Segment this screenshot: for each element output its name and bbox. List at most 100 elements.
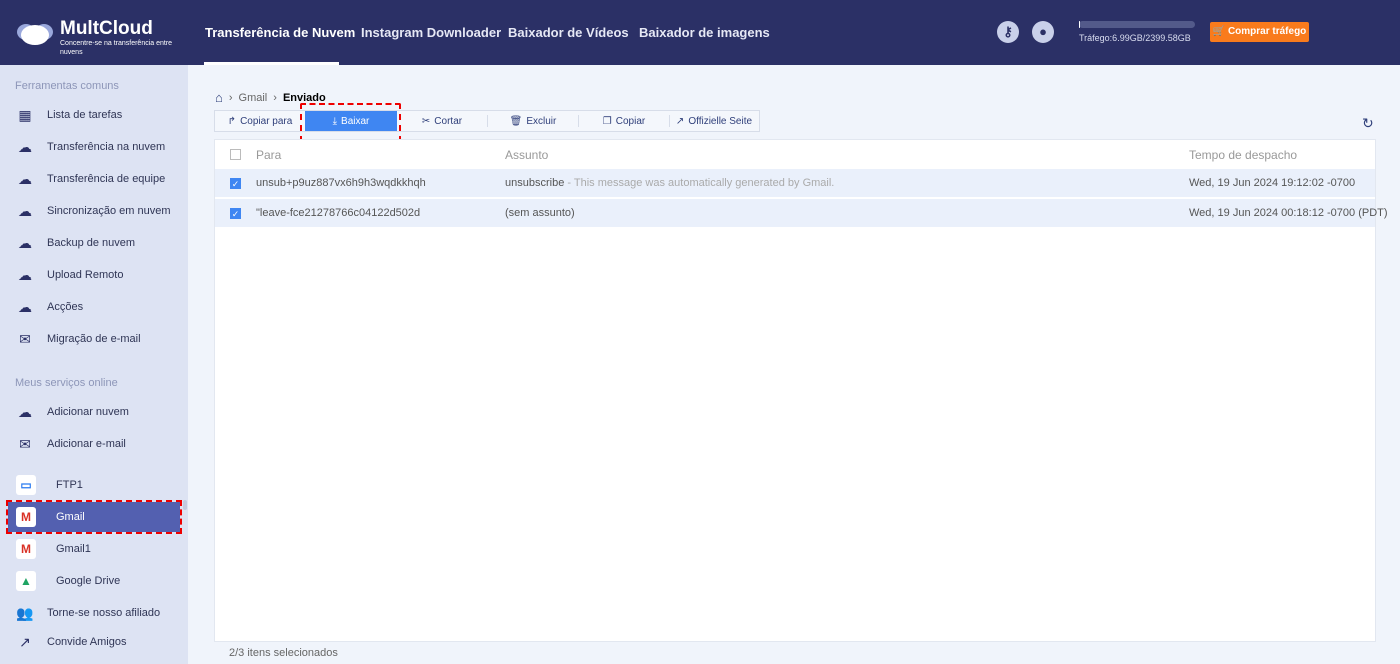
scissors-icon: ✂ xyxy=(421,115,431,127)
official-site-button[interactable]: ↗ Offizielle Seite xyxy=(670,111,758,131)
column-subject[interactable]: Assunto xyxy=(505,148,548,162)
row-to: unsub+p9uz887vx6h9h3wqdkkhqh xyxy=(256,177,426,189)
sidebar-item-label: Adicionar e-mail xyxy=(47,438,126,450)
sidebar-item-email-migration[interactable]: ✉ Migração de e-mail xyxy=(8,324,180,354)
sidebar-item-invite-friends[interactable]: ↗ Convide Amigos xyxy=(8,627,180,657)
sidebar-item-add-email[interactable]: ✉ Adicionar e-mail xyxy=(8,429,180,459)
sidebar-item-gmail[interactable]: M Gmail xyxy=(6,500,182,534)
breadcrumb-current: Enviado xyxy=(282,91,326,104)
sidebar-item-add-cloud[interactable]: ☁ Adicionar nuvem xyxy=(8,397,180,427)
remote-upload-icon: ☁ xyxy=(18,266,32,283)
sidebar-item-label: Transferência de equipe xyxy=(47,173,166,185)
subject-text: unsubscribe xyxy=(505,177,565,189)
sidebar-item-task-list[interactable]: ▦ Lista de tarefas xyxy=(8,100,180,130)
brand-tagline: Concentre-se na transferência entre nuve… xyxy=(60,40,173,56)
traffic-progress-bar xyxy=(1079,21,1195,28)
table-row[interactable]: ✓ "leave-fce21278766c04122d502d (sem ass… xyxy=(215,199,1388,228)
copy-to-label: Copiar para xyxy=(240,115,293,127)
row-subject: unsubscribe - This message was automatic… xyxy=(505,177,834,189)
actions-icon: ☁ xyxy=(18,298,32,315)
section-my-services: Meus serviços online xyxy=(15,377,118,389)
sidebar-item-cloud-transfer[interactable]: ☁ Transferência na nuvem xyxy=(8,132,180,162)
active-nav-indicator xyxy=(204,62,339,65)
row-time: Wed, 19 Jun 2024 19:12:02 -0700 xyxy=(1189,177,1356,189)
sidebar-item-gmail1[interactable]: M Gmail1 xyxy=(8,534,180,564)
nav-cloud-transfer[interactable]: Transferência de Nuvem xyxy=(205,25,355,40)
row-time: Wed, 19 Jun 2024 00:18:12 -0700 (PDT) xyxy=(1189,207,1388,219)
row-to: "leave-fce21278766c04122d502d xyxy=(256,207,421,219)
trash-icon: 🗑 xyxy=(509,115,523,127)
copy-label: Copiar xyxy=(615,115,646,127)
refresh-icon[interactable]: ↻ xyxy=(1362,115,1374,132)
delete-button[interactable]: 🗑 Excluir xyxy=(488,111,578,131)
breadcrumb-gmail[interactable]: Gmail xyxy=(239,92,268,104)
chevron-right-icon: › xyxy=(228,91,233,104)
copy-button[interactable]: ❐ Copiar xyxy=(579,111,669,131)
copy-icon: ❐ xyxy=(602,115,612,127)
select-all-checkbox[interactable] xyxy=(230,149,241,160)
sidebar-item-label: Convide Amigos xyxy=(47,636,127,648)
table-row[interactable]: ✓ unsub+p9uz887vx6h9h3wqdkkhqh unsubscri… xyxy=(215,169,1375,198)
add-email-icon: ✉ xyxy=(19,435,31,452)
sidebar-item-team-transfer[interactable]: ☁ Transferência de equipe xyxy=(8,164,180,194)
section-common-tools: Ferramentas comuns xyxy=(15,80,119,92)
sidebar-item-label: Sincronização em nuvem xyxy=(47,205,171,217)
cut-label: Cortar xyxy=(434,115,463,127)
sidebar-item-label: Acções xyxy=(47,301,84,313)
add-cloud-icon: ☁ xyxy=(18,403,32,420)
copy-to-button[interactable]: ↱ Copiar para xyxy=(215,111,305,131)
home-icon[interactable]: ⌂ xyxy=(215,90,223,105)
highlight-annotation xyxy=(300,103,401,142)
table-header: Para Assunto Tempo de despacho xyxy=(215,140,1375,169)
gmail-icon: M xyxy=(16,539,36,559)
email-migration-icon: ✉ xyxy=(19,330,31,347)
sidebar-item-remote-upload[interactable]: ☁ Upload Remoto xyxy=(8,260,180,290)
chevron-right-icon: › xyxy=(273,91,277,104)
sidebar-item-label: Gmail xyxy=(56,511,85,523)
team-transfer-icon: ☁ xyxy=(18,170,32,187)
email-table: Para Assunto Tempo de despacho ✓ unsub+p… xyxy=(214,139,1388,642)
traffic-text: Tráfego:6.99GB/2399.58GB xyxy=(1079,33,1191,43)
sidebar: Ferramentas comuns ▦ Lista de tarefas ☁ Tr… xyxy=(0,65,188,664)
selection-status: 2/3 itens selecionados xyxy=(229,647,338,659)
gmail-icon: M xyxy=(16,507,36,527)
key-icon[interactable]: ⚷ xyxy=(997,21,1019,43)
sidebar-scrollbar[interactable] xyxy=(183,500,187,510)
delete-label: Excluir xyxy=(526,115,557,127)
people-icon: 👥 xyxy=(16,604,34,621)
sidebar-item-label: Google Drive xyxy=(56,575,121,587)
nav-video-downloader[interactable]: Baixador de Vídeos xyxy=(508,25,629,40)
snippet-text: - This message was automatically generat… xyxy=(564,177,835,189)
sidebar-item-affiliate[interactable]: 👥 Torne-se nosso afiliado xyxy=(8,598,180,628)
row-checkbox[interactable]: ✓ xyxy=(230,208,241,219)
sidebar-item-ftp1[interactable]: ▭ FTP1 xyxy=(8,470,180,500)
grid-icon: ▦ xyxy=(18,106,32,123)
row-checkbox[interactable]: ✓ xyxy=(230,178,241,189)
brand-name[interactable]: MultCloud xyxy=(60,18,153,40)
share-arrow-icon: ↱ xyxy=(227,115,237,127)
sidebar-item-actions[interactable]: ☁ Acções xyxy=(8,292,180,322)
sidebar-item-label: Lista de tarefas xyxy=(47,109,123,121)
arrow-icon: ↗ xyxy=(675,115,685,127)
sidebar-item-cloud-sync[interactable]: ☁ Sincronização em nuvem xyxy=(8,196,180,226)
column-sent-time[interactable]: Tempo de despacho xyxy=(1189,148,1297,162)
ftp-icon: ▭ xyxy=(16,475,36,495)
sidebar-item-label: Migração de e-mail xyxy=(47,333,141,345)
sidebar-item-label: Adicionar nuvem xyxy=(47,406,129,418)
google-drive-icon: ▲ xyxy=(16,571,36,591)
user-icon[interactable]: ● xyxy=(1032,21,1054,43)
sidebar-item-label: Backup de nuvem xyxy=(47,237,136,249)
buy-traffic-button[interactable]: 🛒 Comprar tráfego xyxy=(1210,22,1309,42)
column-to[interactable]: Para xyxy=(256,148,281,162)
top-header: MultCloud Concentre-se na transferência … xyxy=(0,0,1400,65)
nav-instagram-downloader[interactable]: Instagram Downloader xyxy=(361,25,501,40)
multcloud-logo-icon[interactable] xyxy=(16,18,54,46)
sidebar-item-label: Upload Remoto xyxy=(47,269,124,281)
sidebar-item-google-drive[interactable]: ▲ Google Drive xyxy=(8,566,180,596)
external-link-icon: ↗ xyxy=(19,633,31,650)
cloud-sync-icon: ☁ xyxy=(18,202,32,219)
cut-button[interactable]: ✂ Cortar xyxy=(397,111,487,131)
sidebar-item-cloud-backup[interactable]: ☁ Backup de nuvem xyxy=(8,228,180,258)
nav-image-downloader[interactable]: Baixador de imagens xyxy=(639,25,770,40)
toolbar: ↱ Copiar para ⤓ Baixar ✂ Cortar 🗑 Excluir ❐ C… xyxy=(214,110,760,132)
